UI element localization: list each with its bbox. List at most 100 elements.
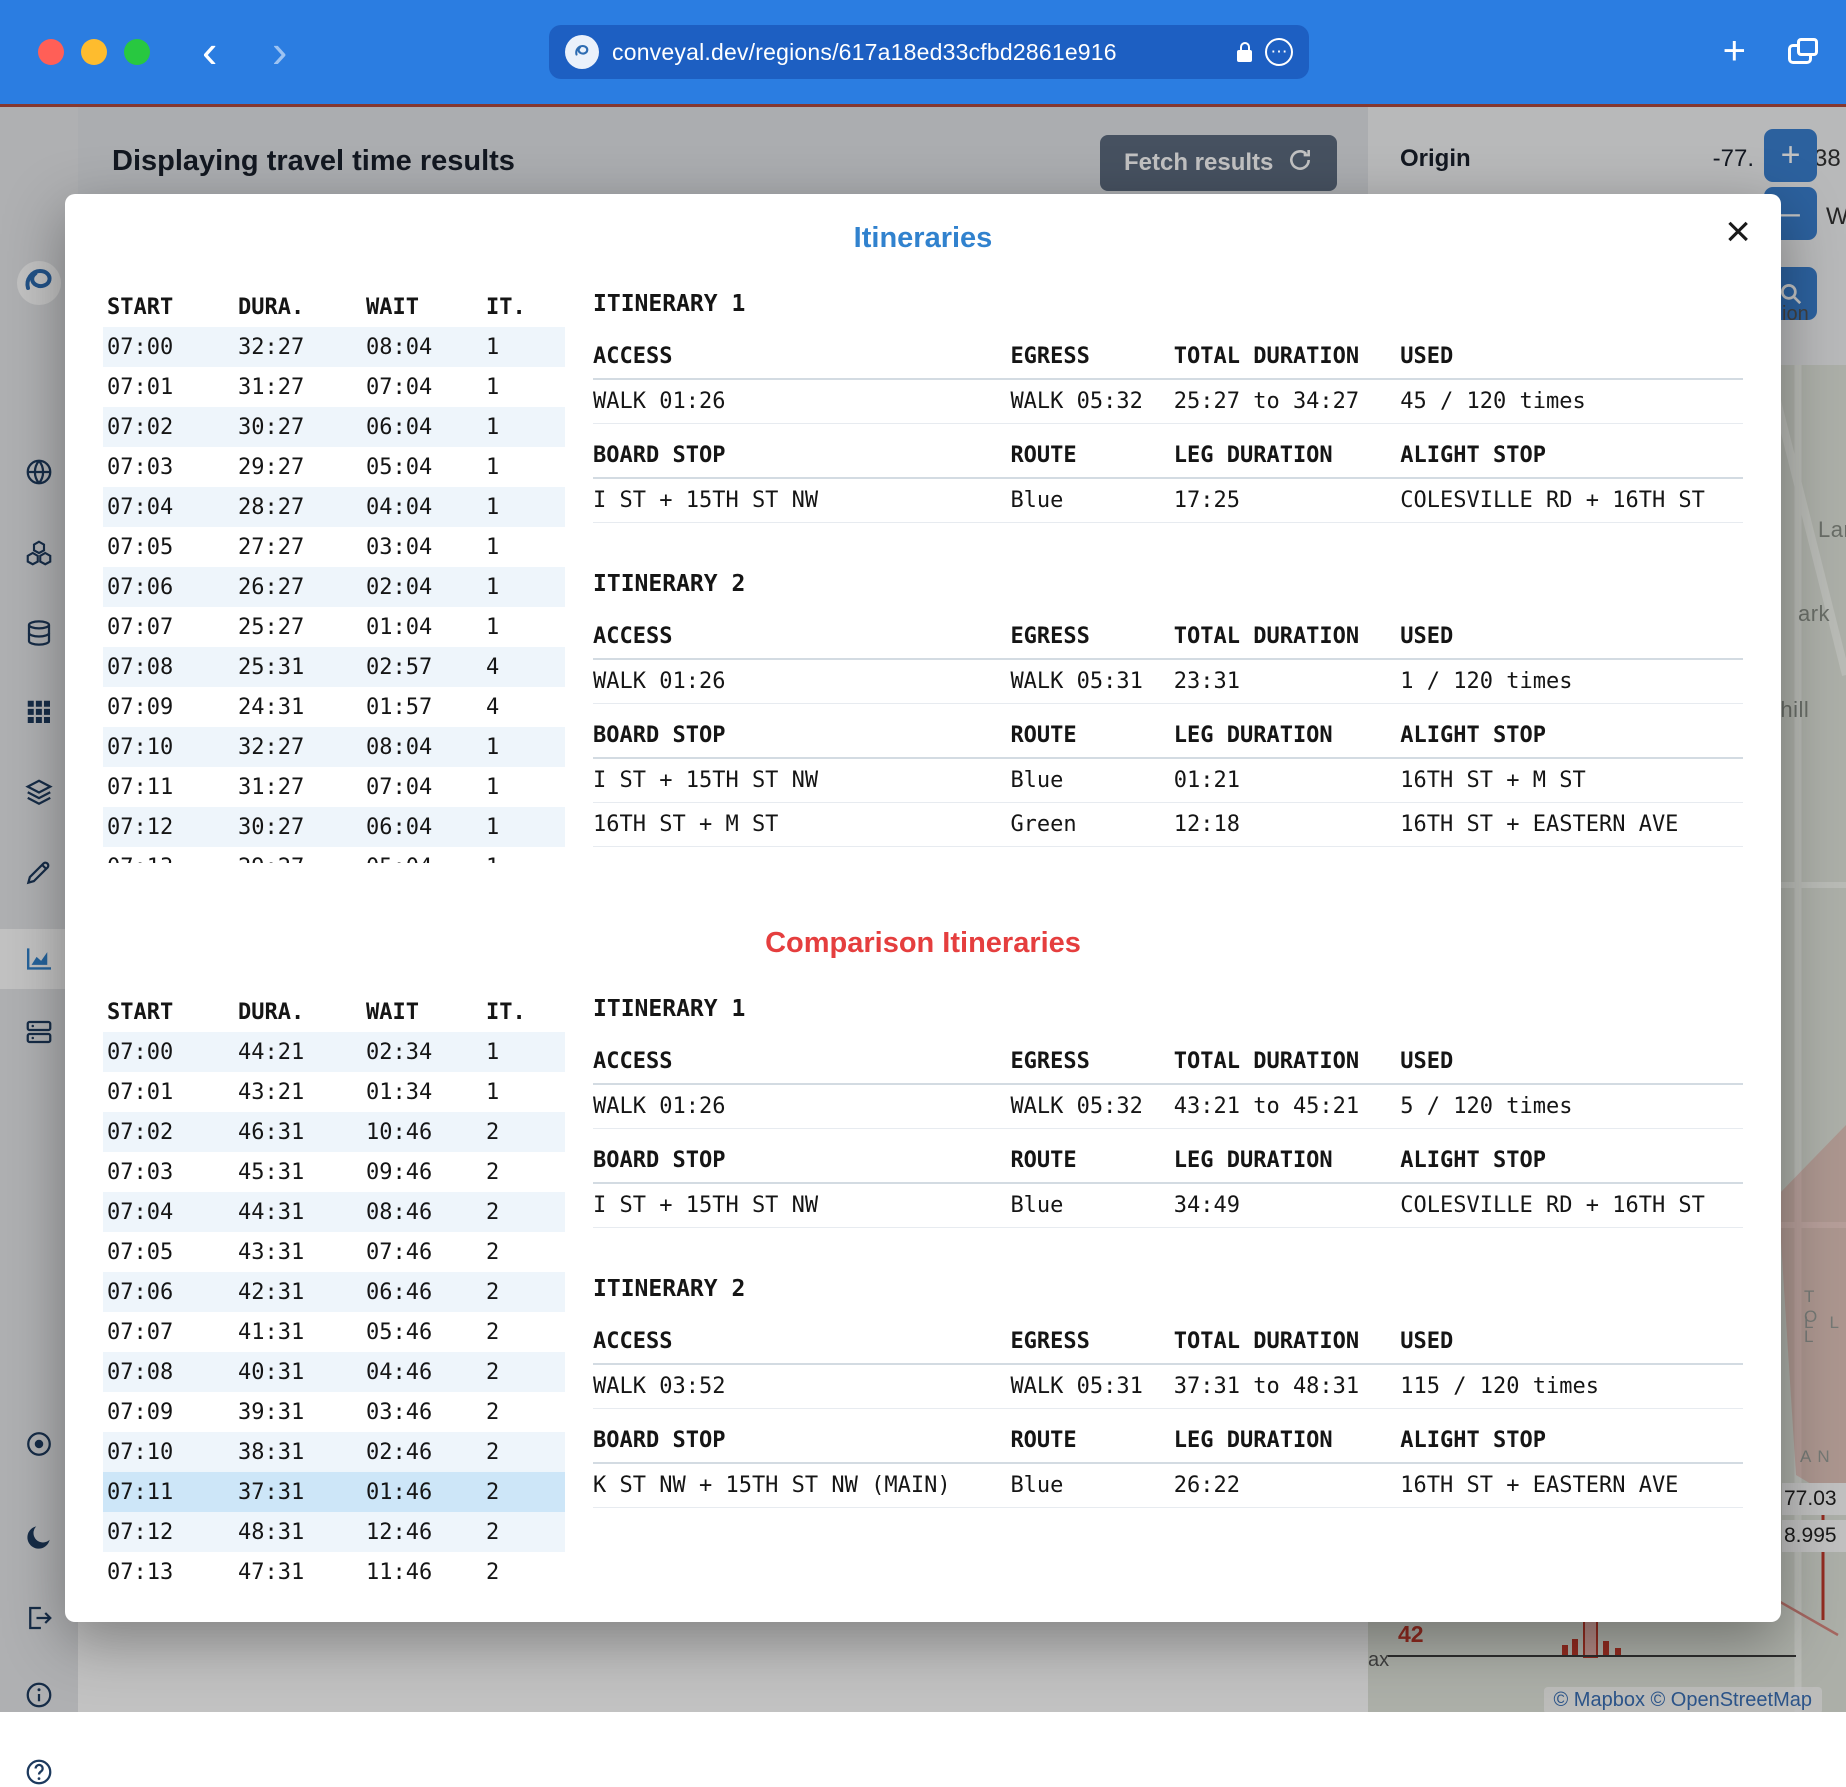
- itinerary-block: ITINERARY 2 ACCESS EGRESS TOTAL DURATION…: [593, 1276, 1743, 1508]
- time-row[interactable]: 07:03 29:27 05:04 1: [103, 447, 565, 487]
- url-text: conveyal.dev/regions/617a18ed33cfbd2861e…: [612, 39, 1224, 66]
- time-row[interactable]: 07:00 44:21 02:34 1: [103, 1032, 565, 1072]
- time-row[interactable]: 07:12 30:27 06:04 1: [103, 807, 565, 847]
- leg-alight-stop: 16TH ST + M ST: [1400, 768, 1743, 793]
- access-value: WALK 01:26: [593, 1094, 1010, 1119]
- leg-alight-stop: COLESVILLE RD + 16TH ST: [1400, 1193, 1743, 1218]
- cell-itinerary: 1: [486, 335, 565, 360]
- cell-duration: 39:31: [238, 1400, 366, 1425]
- cell-itinerary: 1: [486, 375, 565, 400]
- itinerary-block: ITINERARY 1 ACCESS EGRESS TOTAL DURATION…: [593, 996, 1743, 1228]
- cell-wait: 08:04: [366, 735, 486, 760]
- used-value: 45 / 120 times: [1400, 389, 1743, 414]
- cell-duration: 37:31: [238, 1480, 366, 1505]
- time-row[interactable]: 07:01 31:27 07:04 1: [103, 367, 565, 407]
- close-button[interactable]: ×: [1725, 210, 1751, 254]
- cell-start: 07:11: [107, 775, 238, 800]
- time-row[interactable]: 07:06 42:31 06:46 2: [103, 1272, 565, 1312]
- cell-start: 07:03: [107, 455, 238, 480]
- cell-duration: 48:31: [238, 1520, 366, 1545]
- back-button[interactable]: ‹: [202, 22, 217, 80]
- time-row[interactable]: 07:01 43:21 01:34 1: [103, 1072, 565, 1112]
- time-row[interactable]: 07:11 37:31 01:46 2: [103, 1472, 565, 1512]
- address-bar[interactable]: conveyal.dev/regions/617a18ed33cfbd2861e…: [549, 25, 1309, 79]
- cell-itinerary: 1: [486, 455, 565, 480]
- cell-itinerary: 2: [486, 1240, 565, 1265]
- cell-itinerary: 1: [486, 415, 565, 440]
- leg-alight-stop: 16TH ST + EASTERN AVE: [1400, 1473, 1743, 1498]
- leg-route: Blue: [1010, 488, 1173, 513]
- lock-icon: [1237, 50, 1252, 62]
- cell-duration: 25:31: [238, 655, 366, 680]
- itinerary-block: ITINERARY 2 ACCESS EGRESS TOTAL DURATION…: [593, 571, 1743, 847]
- col-wait: WAIT: [366, 295, 486, 320]
- time-row[interactable]: 07:00 32:27 08:04 1: [103, 327, 565, 367]
- legs-header-row: BOARD STOP ROUTE LEG DURATION ALIGHT STO…: [593, 1419, 1743, 1464]
- more-options-icon[interactable]: ⋯: [1265, 38, 1293, 66]
- time-row[interactable]: 07:10 38:31 02:46 2: [103, 1432, 565, 1472]
- browser-chrome: ‹ › conveyal.dev/regions/617a18ed33cfbd2…: [0, 0, 1846, 104]
- tab-overview-button[interactable]: [1788, 44, 1812, 64]
- col-leg-duration: LEG DURATION: [1174, 723, 1401, 748]
- time-row[interactable]: 07:05 43:31 07:46 2: [103, 1232, 565, 1272]
- summary-header-row: ACCESS EGRESS TOTAL DURATION USED: [593, 1040, 1743, 1085]
- time-row[interactable]: 07:13 47:31 11:46 2: [103, 1552, 565, 1584]
- minimize-window-button[interactable]: [81, 39, 107, 65]
- itineraries-section: START DURA. WAIT IT. 07:00 32:27 08:04 1…: [103, 287, 1743, 863]
- col-total-duration: TOTAL DURATION: [1174, 1049, 1401, 1074]
- time-row[interactable]: 07:02 46:31 10:46 2: [103, 1112, 565, 1152]
- cell-itinerary: 1: [486, 775, 565, 800]
- col-total-duration: TOTAL DURATION: [1174, 624, 1401, 649]
- cell-duration: 32:27: [238, 735, 366, 760]
- time-row[interactable]: 07:06 26:27 02:04 1: [103, 567, 565, 607]
- time-row[interactable]: 07:08 25:31 02:57 4: [103, 647, 565, 687]
- leg-board-stop: I ST + 15TH ST NW: [593, 1193, 1010, 1218]
- col-used: USED: [1400, 344, 1743, 369]
- itinerary-details: ITINERARY 1 ACCESS EGRESS TOTAL DURATION…: [593, 287, 1743, 863]
- forward-button[interactable]: ›: [272, 22, 287, 80]
- cell-duration: 46:31: [238, 1120, 366, 1145]
- cell-wait: 02:04: [366, 575, 486, 600]
- time-row[interactable]: 07:10 32:27 08:04 1: [103, 727, 565, 767]
- window-controls: [38, 39, 150, 65]
- col-route: ROUTE: [1010, 443, 1173, 468]
- time-row[interactable]: 07:09 39:31 03:46 2: [103, 1392, 565, 1432]
- egress-value: WALK 05:31: [1010, 669, 1173, 694]
- time-row[interactable]: 07:04 28:27 04:04 1: [103, 487, 565, 527]
- access-value: WALK 01:26: [593, 389, 1010, 414]
- time-row[interactable]: 07:13 29:27 05:04 1: [103, 847, 565, 863]
- time-row[interactable]: 07:02 30:27 06:04 1: [103, 407, 565, 447]
- col-wait: WAIT: [366, 1000, 486, 1025]
- time-row[interactable]: 07:08 40:31 04:46 2: [103, 1352, 565, 1392]
- zoom-window-button[interactable]: [124, 39, 150, 65]
- access-value: WALK 01:26: [593, 669, 1010, 694]
- cell-wait: 10:46: [366, 1120, 486, 1145]
- legs-body: I ST + 15TH ST NW Blue 34:49 COLESVILLE …: [593, 1184, 1743, 1228]
- time-row[interactable]: 07:07 41:31 05:46 2: [103, 1312, 565, 1352]
- col-used: USED: [1400, 624, 1743, 649]
- time-row[interactable]: 07:12 48:31 12:46 2: [103, 1512, 565, 1552]
- time-row[interactable]: 07:09 24:31 01:57 4: [103, 687, 565, 727]
- summary-header-row: ACCESS EGRESS TOTAL DURATION USED: [593, 1320, 1743, 1365]
- col-used: USED: [1400, 1329, 1743, 1354]
- time-row[interactable]: 07:11 31:27 07:04 1: [103, 767, 565, 807]
- new-tab-button[interactable]: +: [1723, 28, 1746, 74]
- legs-body: I ST + 15TH ST NW Blue 01:21 16TH ST + M…: [593, 759, 1743, 847]
- cell-wait: 07:46: [366, 1240, 486, 1265]
- leg-route: Blue: [1010, 1473, 1173, 1498]
- itinerary-name: ITINERARY 2: [593, 571, 1743, 597]
- cell-wait: 01:57: [366, 695, 486, 720]
- time-row[interactable]: 07:07 25:27 01:04 1: [103, 607, 565, 647]
- time-row[interactable]: 07:03 45:31 09:46 2: [103, 1152, 565, 1192]
- cell-wait: 02:34: [366, 1040, 486, 1065]
- time-row[interactable]: 07:05 27:27 03:04 1: [103, 527, 565, 567]
- close-window-button[interactable]: [38, 39, 64, 65]
- cell-start: 07:09: [107, 1400, 238, 1425]
- cell-itinerary: 2: [486, 1520, 565, 1545]
- cell-wait: 01:46: [366, 1480, 486, 1505]
- help-icon[interactable]: [0, 1757, 78, 1787]
- summary-row: WALK 03:52 WALK 05:31 37:31 to 48:31 115…: [593, 1365, 1743, 1409]
- cell-duration: 43:31: [238, 1240, 366, 1265]
- cell-itinerary: 2: [486, 1200, 565, 1225]
- time-row[interactable]: 07:04 44:31 08:46 2: [103, 1192, 565, 1232]
